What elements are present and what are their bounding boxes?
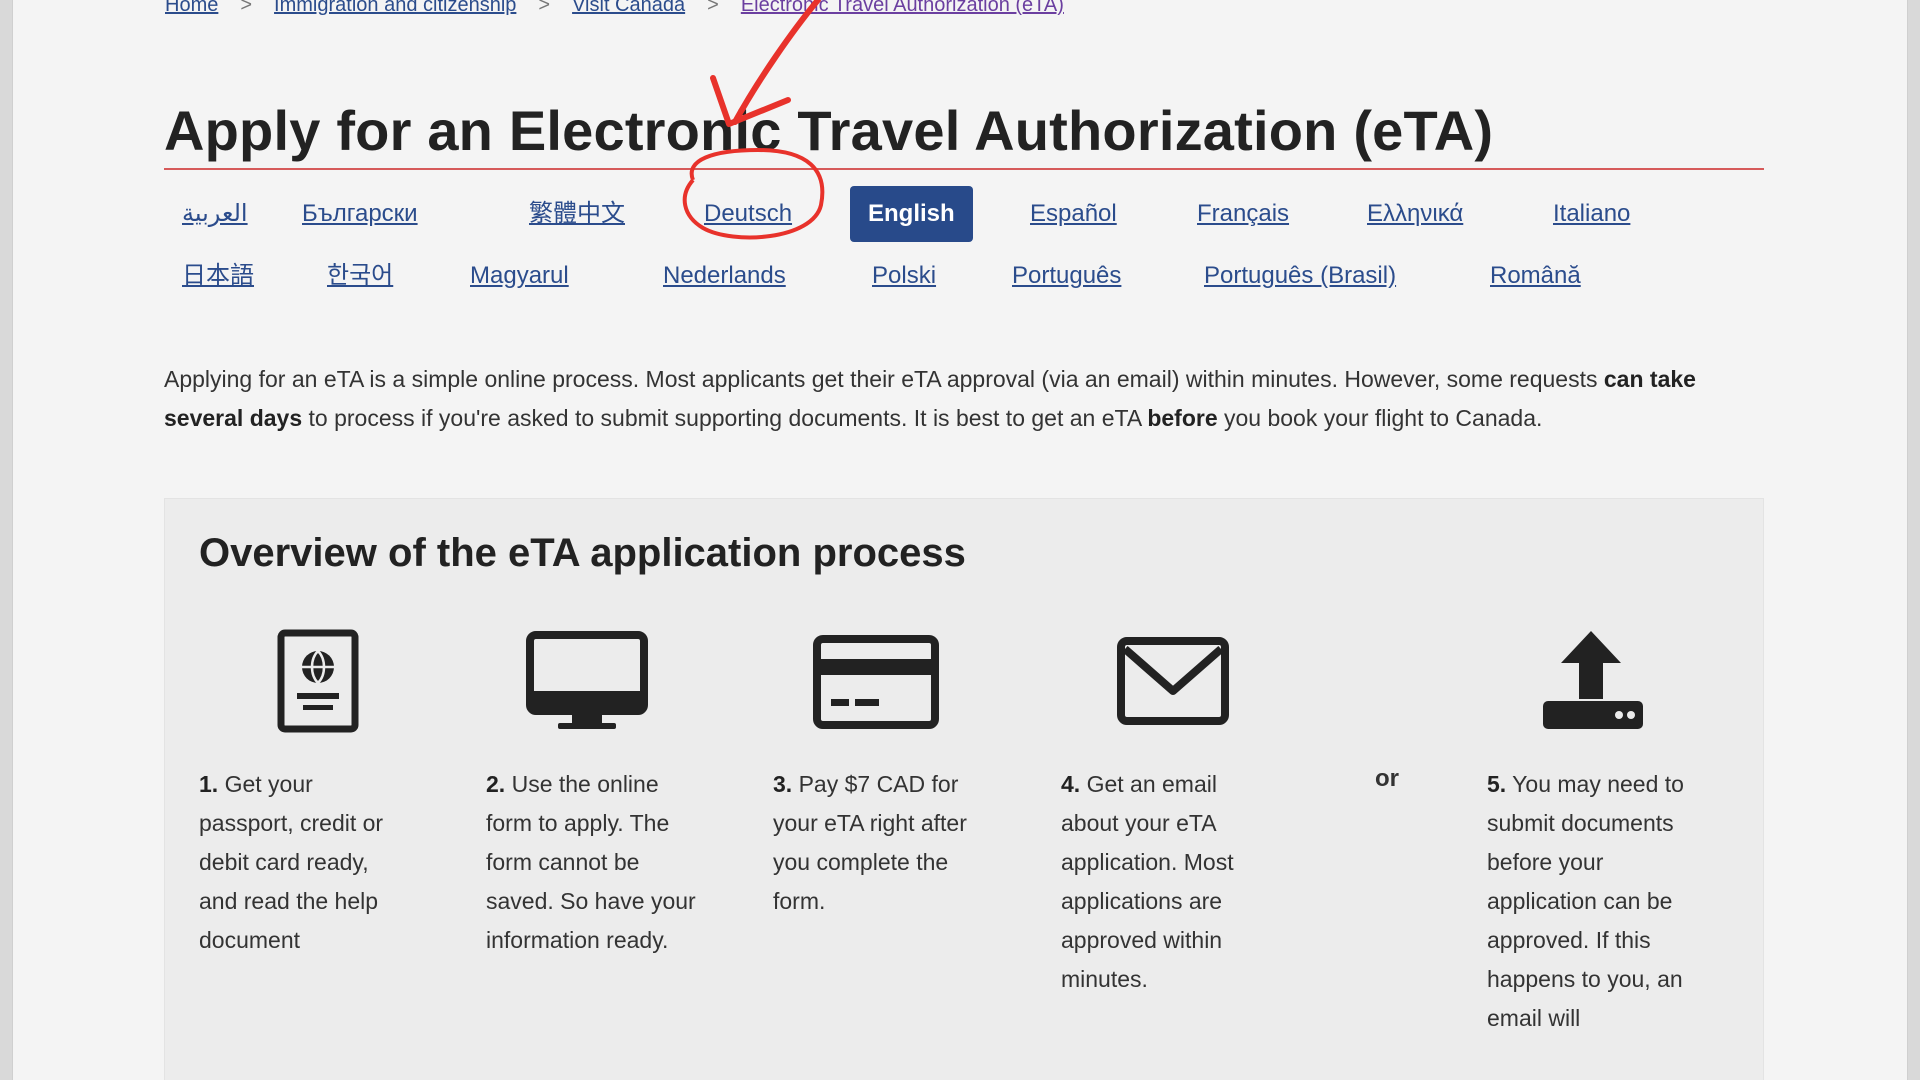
breadcrumb-immigration[interactable]: Immigration and citizenship <box>274 0 516 17</box>
language-link-romanian[interactable]: Română <box>1472 248 1599 304</box>
breadcrumb-separator: > <box>538 0 551 16</box>
page-container: Home > Immigration and citizenship > Vis… <box>12 0 1908 1080</box>
step-description: Use the online form to apply. The form c… <box>486 771 696 953</box>
breadcrumb-separator: > <box>707 0 719 16</box>
step-description: You may need to submit documents before … <box>1487 771 1684 1031</box>
breadcrumb: Home > Immigration and citizenship > Vis… <box>165 0 1064 17</box>
overview-panel: Overview of the eTA application process … <box>164 498 1764 1080</box>
intro-text: Applying for an eTA is a simple online p… <box>164 366 1604 392</box>
language-selector: العربية Български 繁體中文 Deutsch English E… <box>164 182 1784 306</box>
step-2-text: 2. Use the online form to apply. The for… <box>486 765 696 960</box>
language-link-polish[interactable]: Polski <box>854 248 954 304</box>
upload-icon <box>1529 629 1659 739</box>
breadcrumb-eta[interactable]: Electronic Travel Authorization (eTA) <box>741 0 1064 17</box>
computer-monitor-icon <box>522 629 652 739</box>
step-number: 3. <box>773 771 793 797</box>
language-link-spanish[interactable]: Español <box>1012 186 1135 242</box>
language-link-english[interactable]: English <box>850 186 973 242</box>
intro-text: you book your flight to Canada. <box>1217 405 1543 431</box>
overview-title: Overview of the eTA application process <box>199 531 966 575</box>
language-link-french[interactable]: Français <box>1179 186 1307 242</box>
language-link-italian[interactable]: Italiano <box>1535 186 1648 242</box>
language-link-german[interactable]: Deutsch <box>686 186 810 242</box>
language-link-chinese-traditional[interactable]: 繁體中文 <box>511 186 643 242</box>
intro-paragraph: Applying for an eTA is a simple online p… <box>164 360 1764 438</box>
step-description: Get your passport, credit or debit card … <box>199 771 384 953</box>
intro-emphasis: before <box>1147 405 1218 431</box>
language-link-dutch[interactable]: Nederlands <box>645 248 804 304</box>
step-5-text: 5. You may need to submit documents befo… <box>1487 765 1697 1038</box>
step-4-text: 4. Get an email about your eTA applicati… <box>1061 765 1271 999</box>
language-link-korean[interactable]: 한국어 <box>309 248 411 304</box>
language-row-2: 日本語 한국어 Magyarul Nederlands Polski Portu… <box>164 244 1784 306</box>
step-number: 4. <box>1061 771 1081 797</box>
language-link-greek[interactable]: Ελληνικά <box>1349 186 1481 242</box>
step-1-text: 1. Get your passport, credit or debit ca… <box>199 765 409 960</box>
or-label: or <box>1375 765 1399 792</box>
intro-text: to process if you're asked to submit sup… <box>302 405 1148 431</box>
step-description: Pay $7 CAD for your eTA right after you … <box>773 771 967 914</box>
step-number: 2. <box>486 771 506 797</box>
breadcrumb-separator: > <box>240 0 253 16</box>
step-description: Get an email about your eTA application.… <box>1061 771 1234 992</box>
breadcrumb-home[interactable]: Home <box>165 0 218 17</box>
language-link-japanese[interactable]: 日本語 <box>164 248 272 304</box>
credit-card-icon <box>811 629 941 739</box>
language-link-hungarian[interactable]: Magyarul <box>452 248 587 304</box>
envelope-icon <box>1113 629 1243 739</box>
language-link-bulgarian[interactable]: Български <box>284 186 436 242</box>
step-number: 5. <box>1487 771 1507 797</box>
title-divider <box>164 168 1764 170</box>
language-row-1: العربية Български 繁體中文 Deutsch English E… <box>164 182 1784 244</box>
step-3-text: 3. Pay $7 CAD for your eTA right after y… <box>773 765 983 921</box>
passport-icon <box>253 629 383 739</box>
language-link-arabic[interactable]: العربية <box>164 186 266 242</box>
step-number: 1. <box>199 771 219 797</box>
breadcrumb-visit-canada[interactable]: Visit Canada <box>572 0 685 17</box>
language-link-portuguese-brazil[interactable]: Português (Brasil) <box>1186 248 1414 304</box>
page-title: Apply for an Electronic Travel Authoriza… <box>164 99 1494 162</box>
language-link-portuguese[interactable]: Português <box>994 248 1139 304</box>
